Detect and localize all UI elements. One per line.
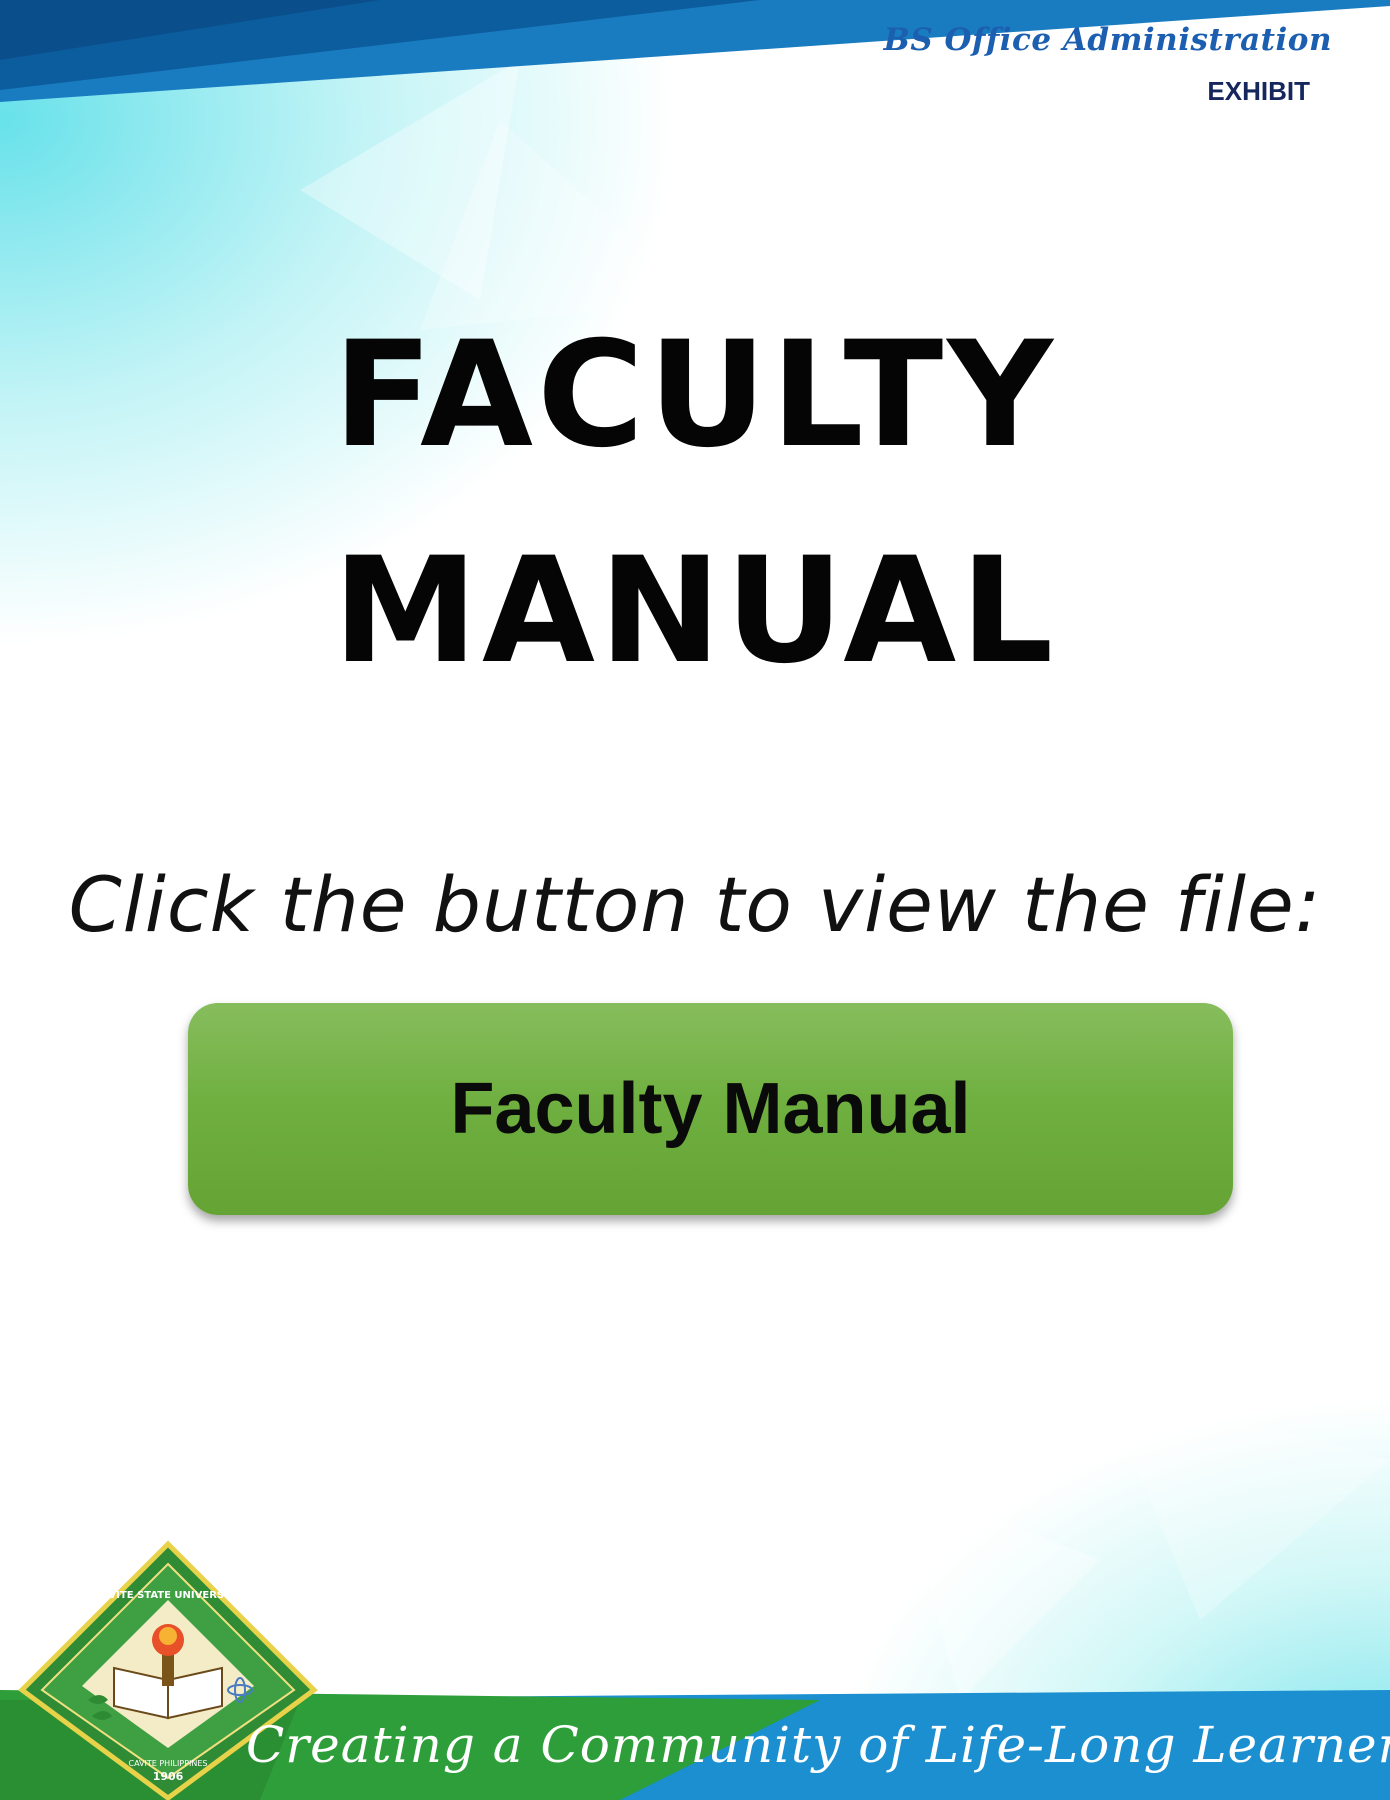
university-motto: Creating a Community of Life-Long Learne… bbox=[246, 1716, 1390, 1774]
seal-text-top: CAVITE STATE UNIVERSITY bbox=[94, 1590, 243, 1601]
bottom-band bbox=[0, 1690, 1390, 1800]
seal-text-bottom: CAVITE PHILIPPINES bbox=[128, 1759, 207, 1768]
exhibit-page: BS Office Administration EXHIBIT FACULTY… bbox=[0, 0, 1390, 1800]
seal-year: 1906 bbox=[153, 1770, 184, 1783]
